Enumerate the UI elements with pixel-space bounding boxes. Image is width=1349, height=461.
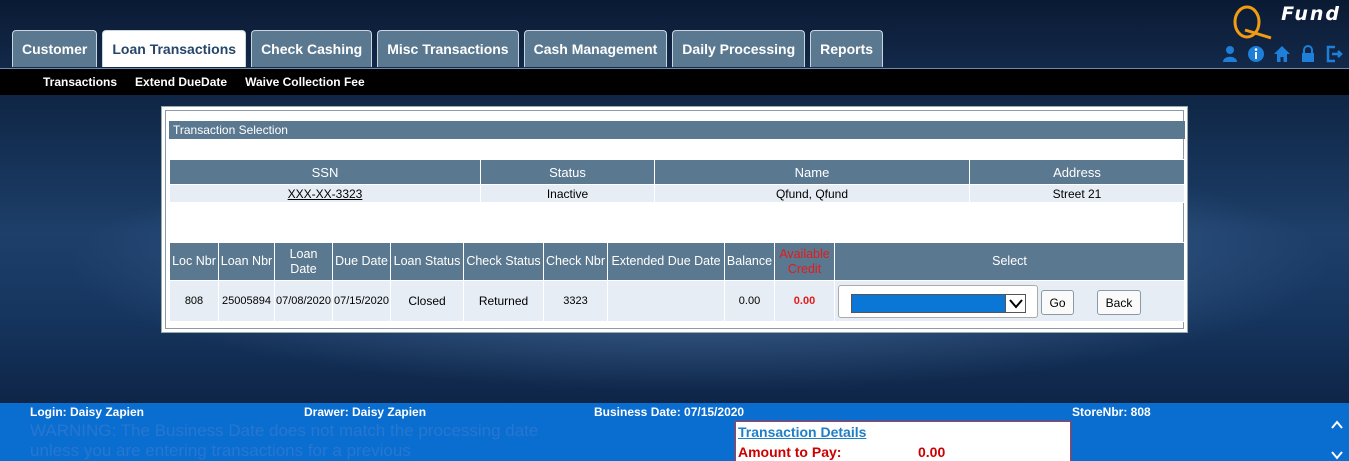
info-icon[interactable]: [1247, 45, 1265, 63]
logout-icon[interactable]: [1325, 45, 1343, 63]
chevron-down-icon[interactable]: [1005, 295, 1025, 312]
available-credit: 0.00: [774, 280, 835, 322]
check-nbr: 3323: [543, 280, 608, 322]
transaction-details-link[interactable]: Transaction Details: [738, 424, 866, 440]
tab-daily-processing[interactable]: Daily Processing: [672, 30, 806, 67]
customer-status: Inactive: [480, 184, 655, 203]
customer-address: Street 21: [969, 184, 1185, 203]
header-status: Status: [480, 159, 655, 185]
header-address: Address: [969, 159, 1185, 185]
customer-name: Qfund, Qfund: [654, 184, 970, 203]
customer-table: SSN Status Name Address XXX-XX-3323 Inac…: [169, 159, 1185, 203]
scroll-up-icon[interactable]: [1331, 419, 1343, 431]
balance: 0.00: [724, 280, 775, 322]
table-row: XXX-XX-3323 Inactive Qfund, Qfund Street…: [169, 184, 1185, 203]
header-icons: [1221, 45, 1343, 63]
store-number-label: StoreNbr: 808: [1072, 405, 1151, 419]
header-select: Select: [834, 242, 1185, 281]
tab-misc-transactions[interactable]: Misc Transactions: [377, 30, 519, 67]
drawer-label: Drawer: Daisy Zapien: [304, 405, 427, 419]
header-loc-nbr: Loc Nbr: [169, 242, 219, 281]
lock-icon[interactable]: [1299, 45, 1317, 63]
back-button[interactable]: Back: [1097, 290, 1141, 315]
status-footer: Login: Daisy Zapien Drawer: Daisy Zapien…: [0, 403, 1349, 461]
login-label: Login: Daisy Zapien: [30, 405, 145, 419]
loan-nbr: 25005894: [218, 280, 275, 322]
app-header: Customer Loan Transactions Check Cashing…: [0, 0, 1349, 68]
subnav-extend-duedate[interactable]: Extend DueDate: [135, 75, 227, 89]
header-name: Name: [654, 159, 970, 185]
business-date-label: Business Date: 07/15/2020: [594, 405, 745, 419]
select-cell: Go Back: [834, 280, 1185, 322]
loan-status: Closed: [390, 280, 464, 322]
scroll-down-icon[interactable]: [1331, 449, 1343, 461]
subnav-waive-collection-fee[interactable]: Waive Collection Fee: [245, 75, 365, 89]
loan-date: 07/08/2020: [274, 280, 333, 322]
header-check-nbr: Check Nbr: [543, 242, 608, 281]
go-button[interactable]: Go: [1041, 290, 1074, 315]
header-due-date: Due Date: [332, 242, 391, 281]
check-status: Returned: [463, 280, 544, 322]
table-row: 808 25005894 07/08/2020 07/15/2020 Close…: [169, 280, 1185, 322]
business-date-warning: WARNING: The Business Date does not matc…: [30, 421, 539, 460]
header-loan-status: Loan Status: [390, 242, 464, 281]
header-check-status: Check Status: [463, 242, 544, 281]
due-date: 07/15/2020: [332, 280, 391, 322]
tab-loan-transactions[interactable]: Loan Transactions: [102, 30, 247, 67]
header-balance: Balance: [724, 242, 775, 281]
transaction-selection-panel: Transaction Selection SSN Status Name Ad…: [161, 106, 1188, 333]
transaction-details-box: Transaction Details Amount to Pay: 0.00: [735, 421, 1071, 461]
transaction-select[interactable]: [851, 294, 1026, 313]
panel-title: Transaction Selection: [169, 121, 1185, 139]
subnav-transactions[interactable]: Transactions: [43, 75, 117, 89]
logo-text: Fund: [1281, 3, 1341, 25]
header-ssn: SSN: [169, 159, 481, 185]
sub-navigation: Transactions Extend DueDate Waive Collec…: [0, 68, 1349, 95]
ssn-link[interactable]: XXX-XX-3323: [288, 187, 363, 201]
header-loan-nbr: Loan Nbr: [218, 242, 275, 281]
header-extended-due-date: Extended Due Date: [607, 242, 725, 281]
user-icon[interactable]: [1221, 45, 1239, 63]
tab-reports[interactable]: Reports: [810, 30, 884, 67]
loan-table: Loc Nbr Loan Nbr Loan Date Due Date Loan…: [169, 242, 1185, 322]
select-container: [838, 285, 1038, 318]
main-tabs: Customer Loan Transactions Check Cashing…: [12, 30, 884, 67]
header-available-credit: Available Credit: [774, 242, 835, 281]
tab-customer[interactable]: Customer: [12, 30, 98, 67]
tab-check-cashing[interactable]: Check Cashing: [251, 30, 373, 67]
loc-nbr: 808: [169, 280, 219, 322]
amount-to-pay-label: Amount to Pay:: [738, 444, 842, 460]
tab-cash-management[interactable]: Cash Management: [523, 30, 668, 67]
home-icon[interactable]: [1273, 45, 1291, 63]
extended-due-date: [607, 280, 725, 322]
amount-to-pay-value: 0.00: [918, 444, 946, 460]
header-loan-date: Loan Date: [274, 242, 333, 281]
